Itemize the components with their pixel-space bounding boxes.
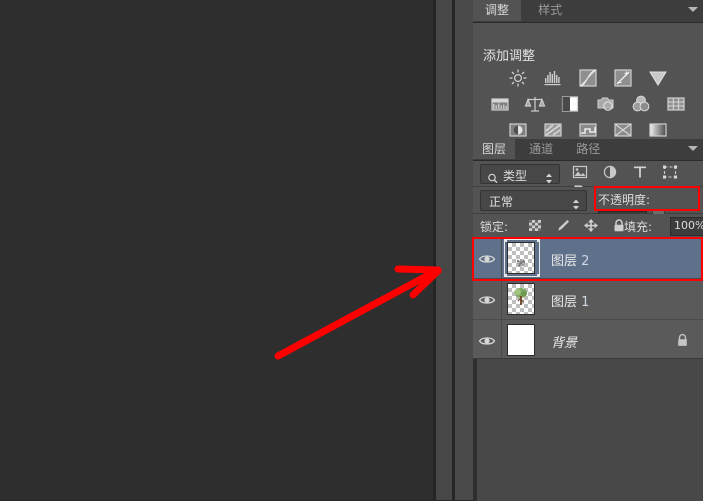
table-row[interactable]: 图层 1 bbox=[473, 279, 703, 320]
layer-name-text: 图层 bbox=[551, 295, 578, 310]
eye-icon[interactable] bbox=[478, 251, 496, 270]
lock-icon-group bbox=[527, 218, 634, 237]
eye-icon[interactable] bbox=[478, 292, 496, 311]
invert-icon[interactable] bbox=[507, 119, 529, 141]
gradient-map-icon[interactable] bbox=[612, 119, 634, 141]
photo-filter-icon[interactable] bbox=[595, 93, 617, 115]
layer-list: 图层 2 图层 1 背景 bbox=[472, 237, 703, 361]
lock-fill-row: 锁定: 填充: 100% bbox=[473, 214, 703, 240]
tab-paths[interactable]: 路径 bbox=[567, 139, 609, 159]
panel-left-edge bbox=[473, 359, 477, 501]
filter-shape-icon[interactable] bbox=[661, 164, 683, 182]
updown-arrows-icon[interactable] bbox=[545, 169, 553, 188]
table-row[interactable]: 背景 bbox=[473, 320, 703, 361]
layer-thumbnail[interactable] bbox=[505, 283, 537, 315]
layers-tabbar: 图层 通道 路径 bbox=[473, 139, 703, 161]
channel-mixer-icon[interactable] bbox=[630, 93, 652, 115]
layer-filter-type-label: 类型 bbox=[503, 169, 528, 183]
selective-color-icon[interactable] bbox=[647, 119, 669, 141]
adjustments-tabbar: 调整 样式 bbox=[473, 0, 703, 23]
layers-panel: 图层 通道 路径 类型 正常 不透明度: 锁定: 填充: 100% 图层 2 图… bbox=[472, 139, 703, 501]
layer-thumbnail-image bbox=[507, 283, 535, 315]
filter-type-icon[interactable] bbox=[631, 164, 653, 182]
tab-styles[interactable]: 样式 bbox=[526, 0, 574, 21]
curves-icon[interactable] bbox=[577, 67, 599, 89]
lock-image-icon[interactable] bbox=[555, 218, 575, 234]
layer-thumbnail[interactable] bbox=[504, 239, 540, 277]
tab-channels[interactable]: 通道 bbox=[520, 139, 562, 159]
lock-transparency-icon[interactable] bbox=[527, 218, 547, 234]
lock-icon bbox=[676, 333, 689, 352]
collapsed-panel-strip[interactable] bbox=[436, 0, 452, 500]
fill-value: 100% bbox=[674, 219, 703, 232]
tab-adjustments[interactable]: 调整 bbox=[473, 0, 522, 21]
photoshop-window: 调整 样式 添加调整 图层 通道 路径 类型 正常 不透明度: 锁定: 填充: … bbox=[0, 0, 703, 501]
search-icon bbox=[487, 169, 499, 188]
brightness-contrast-icon[interactable] bbox=[507, 67, 529, 89]
adjustments-row-1 bbox=[473, 67, 703, 93]
opacity-label: 不透明度: bbox=[598, 192, 651, 207]
layer-name-suffix: 2 bbox=[581, 254, 590, 269]
adjustments-title: 添加调整 bbox=[483, 49, 536, 64]
layer-thumbnail[interactable] bbox=[505, 324, 537, 356]
black-white-icon[interactable] bbox=[559, 93, 581, 115]
layer-thumbnail-image bbox=[507, 324, 535, 356]
layer-name-suffix: 1 bbox=[581, 295, 590, 310]
thumbnail-selection-frame bbox=[504, 239, 540, 277]
adjustments-row-2 bbox=[473, 93, 703, 119]
exposure-icon[interactable] bbox=[612, 67, 634, 89]
layer-name-text: 背景 bbox=[551, 336, 578, 351]
layer-list-empty-area bbox=[473, 358, 703, 501]
tab-layers[interactable]: 图层 bbox=[473, 139, 516, 159]
table-row[interactable]: 图层 2 bbox=[472, 237, 703, 281]
updown-arrows-icon[interactable] bbox=[572, 195, 580, 214]
chevron-down-icon[interactable] bbox=[688, 146, 698, 151]
layer-filter-type-select[interactable]: 类型 bbox=[480, 164, 560, 184]
lock-position-icon[interactable] bbox=[583, 218, 603, 234]
blend-mode-select[interactable]: 正常 bbox=[480, 190, 587, 211]
layer-name[interactable]: 图层 1 bbox=[551, 291, 589, 310]
levels-icon[interactable] bbox=[542, 67, 564, 89]
threshold-icon[interactable] bbox=[577, 119, 599, 141]
layer-visibility-cell[interactable] bbox=[473, 279, 502, 319]
layer-name-text: 图层 bbox=[551, 254, 578, 269]
right-dock: 调整 样式 添加调整 图层 通道 路径 类型 正常 不透明度: 锁定: 填充: … bbox=[472, 0, 703, 501]
filter-pixel-icon[interactable] bbox=[571, 164, 593, 182]
document-canvas-area[interactable] bbox=[0, 0, 433, 500]
fill-label: 填充: bbox=[624, 220, 653, 234]
hue-saturation-icon[interactable] bbox=[489, 93, 511, 115]
layer-name[interactable]: 背景 bbox=[551, 332, 577, 351]
color-balance-icon[interactable] bbox=[524, 93, 546, 115]
posterize-icon[interactable] bbox=[542, 119, 564, 141]
color-lookup-icon[interactable] bbox=[665, 93, 687, 115]
chevron-down-icon[interactable] bbox=[688, 7, 698, 12]
vibrance-icon[interactable] bbox=[647, 67, 669, 89]
eye-icon[interactable] bbox=[478, 333, 496, 352]
filter-adjustment-icon[interactable] bbox=[601, 164, 623, 182]
layer-visibility-cell[interactable] bbox=[473, 238, 502, 278]
blend-mode-value: 正常 bbox=[489, 195, 514, 209]
adjustments-icon-grid bbox=[473, 67, 703, 145]
fill-input[interactable]: 100% bbox=[670, 217, 703, 236]
lock-label: 锁定: bbox=[480, 220, 509, 234]
blend-opacity-row: 正常 不透明度: 26% bbox=[473, 186, 703, 231]
layer-visibility-cell[interactable] bbox=[473, 320, 502, 360]
adjustments-panel: 添加调整 bbox=[473, 23, 703, 140]
layer-name[interactable]: 图层 2 bbox=[551, 250, 589, 269]
dock-left-margin bbox=[455, 0, 473, 500]
layer-filter-row: 类型 bbox=[473, 161, 703, 198]
